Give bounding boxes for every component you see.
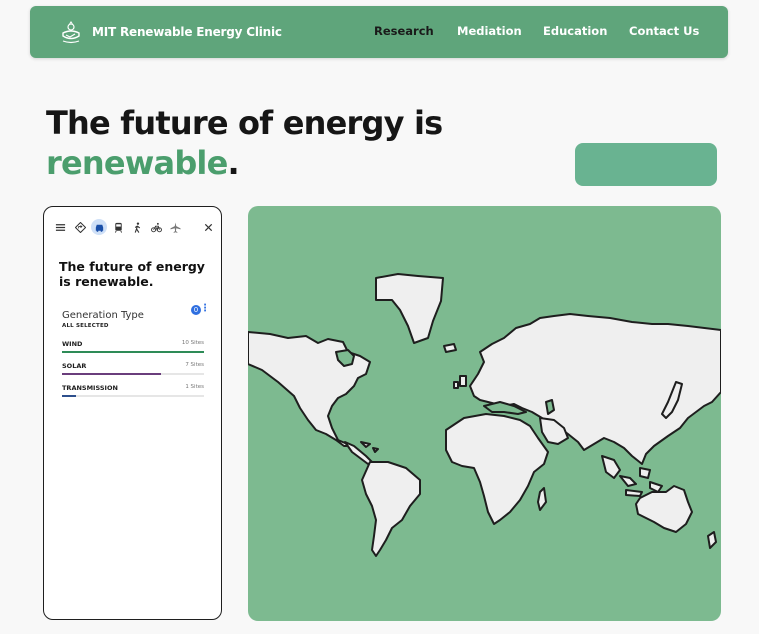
landmass-greenland bbox=[375, 273, 444, 344]
cta-button[interactable] bbox=[575, 143, 717, 186]
landmass-caribbean bbox=[360, 441, 379, 453]
hero-title: The future of energy is renewable. bbox=[46, 103, 443, 183]
hero-title-period: . bbox=[227, 144, 240, 182]
landmass-africa bbox=[445, 413, 549, 525]
landmass-iceland bbox=[443, 343, 457, 353]
nav-education-link[interactable]: Education bbox=[543, 24, 607, 38]
panel-title: The future of energy is renewable. bbox=[59, 259, 205, 289]
generation-row-solar[interactable]: SOLAR 7 Sites bbox=[62, 362, 204, 378]
more-options-icon[interactable]: ⋮ bbox=[200, 303, 210, 314]
landmass-new-zealand bbox=[707, 531, 717, 549]
generation-name: TRANSMISSION bbox=[62, 384, 118, 392]
flight-icon[interactable] bbox=[167, 219, 183, 235]
directions-icon[interactable] bbox=[72, 219, 88, 235]
brand-name: MIT Renewable Energy Clinic bbox=[92, 25, 282, 39]
generation-sites: 10 Sites bbox=[181, 340, 204, 346]
walk-icon[interactable] bbox=[129, 219, 145, 235]
bike-icon[interactable] bbox=[148, 219, 164, 235]
generation-row-transmission[interactable]: TRANSMISSION 1 Sites bbox=[62, 384, 204, 400]
hero-title-line1: The future of energy is bbox=[46, 104, 443, 142]
car-icon[interactable] bbox=[91, 219, 107, 235]
generation-bar-track bbox=[62, 373, 204, 375]
generation-type-header: Generation Type 0 ⋮ bbox=[62, 303, 210, 321]
brand[interactable]: MIT Renewable Energy Clinic bbox=[60, 19, 282, 45]
landmass-southeast-asia bbox=[601, 455, 621, 479]
handshake-logo-icon bbox=[62, 21, 80, 44]
water-caspian bbox=[545, 399, 555, 415]
generation-sites: 7 Sites bbox=[185, 362, 204, 368]
generation-name: SOLAR bbox=[62, 362, 87, 370]
generation-name: WIND bbox=[62, 340, 83, 348]
generation-sites: 1 Sites bbox=[185, 384, 204, 390]
menu-icon[interactable] bbox=[52, 219, 68, 235]
nav-research-link[interactable]: Research bbox=[374, 24, 434, 38]
nav-mediation-link[interactable]: Mediation bbox=[457, 24, 522, 38]
phone-panel: The future of energy is renewable. Gener… bbox=[43, 206, 222, 620]
filter-status: ALL SELECTED bbox=[62, 323, 109, 329]
generation-bar-track bbox=[62, 351, 204, 353]
generation-bar-fill bbox=[62, 373, 162, 375]
close-icon[interactable] bbox=[200, 219, 216, 235]
generation-row-wind[interactable]: WIND 10 Sites bbox=[62, 340, 204, 356]
generation-bar-fill bbox=[62, 351, 204, 353]
generation-bar-track bbox=[62, 395, 204, 397]
landmass-australia bbox=[635, 485, 693, 533]
landmass-uk bbox=[453, 375, 467, 389]
landmass-madagascar bbox=[537, 487, 547, 511]
generation-bar-fill bbox=[62, 395, 77, 397]
transport-toolbar bbox=[52, 219, 216, 235]
world-map[interactable] bbox=[248, 206, 721, 621]
generation-type-label: Generation Type bbox=[62, 310, 144, 321]
landmass-north-america bbox=[248, 331, 371, 447]
top-navbar: MIT Renewable Energy Clinic Research Med… bbox=[30, 6, 728, 58]
world-map-svg bbox=[248, 273, 721, 557]
landmass-south-america bbox=[361, 461, 421, 557]
transit-icon[interactable] bbox=[110, 219, 126, 235]
hero-title-accent: renewable bbox=[46, 144, 228, 182]
nav-contact-link[interactable]: Contact Us bbox=[629, 24, 699, 38]
